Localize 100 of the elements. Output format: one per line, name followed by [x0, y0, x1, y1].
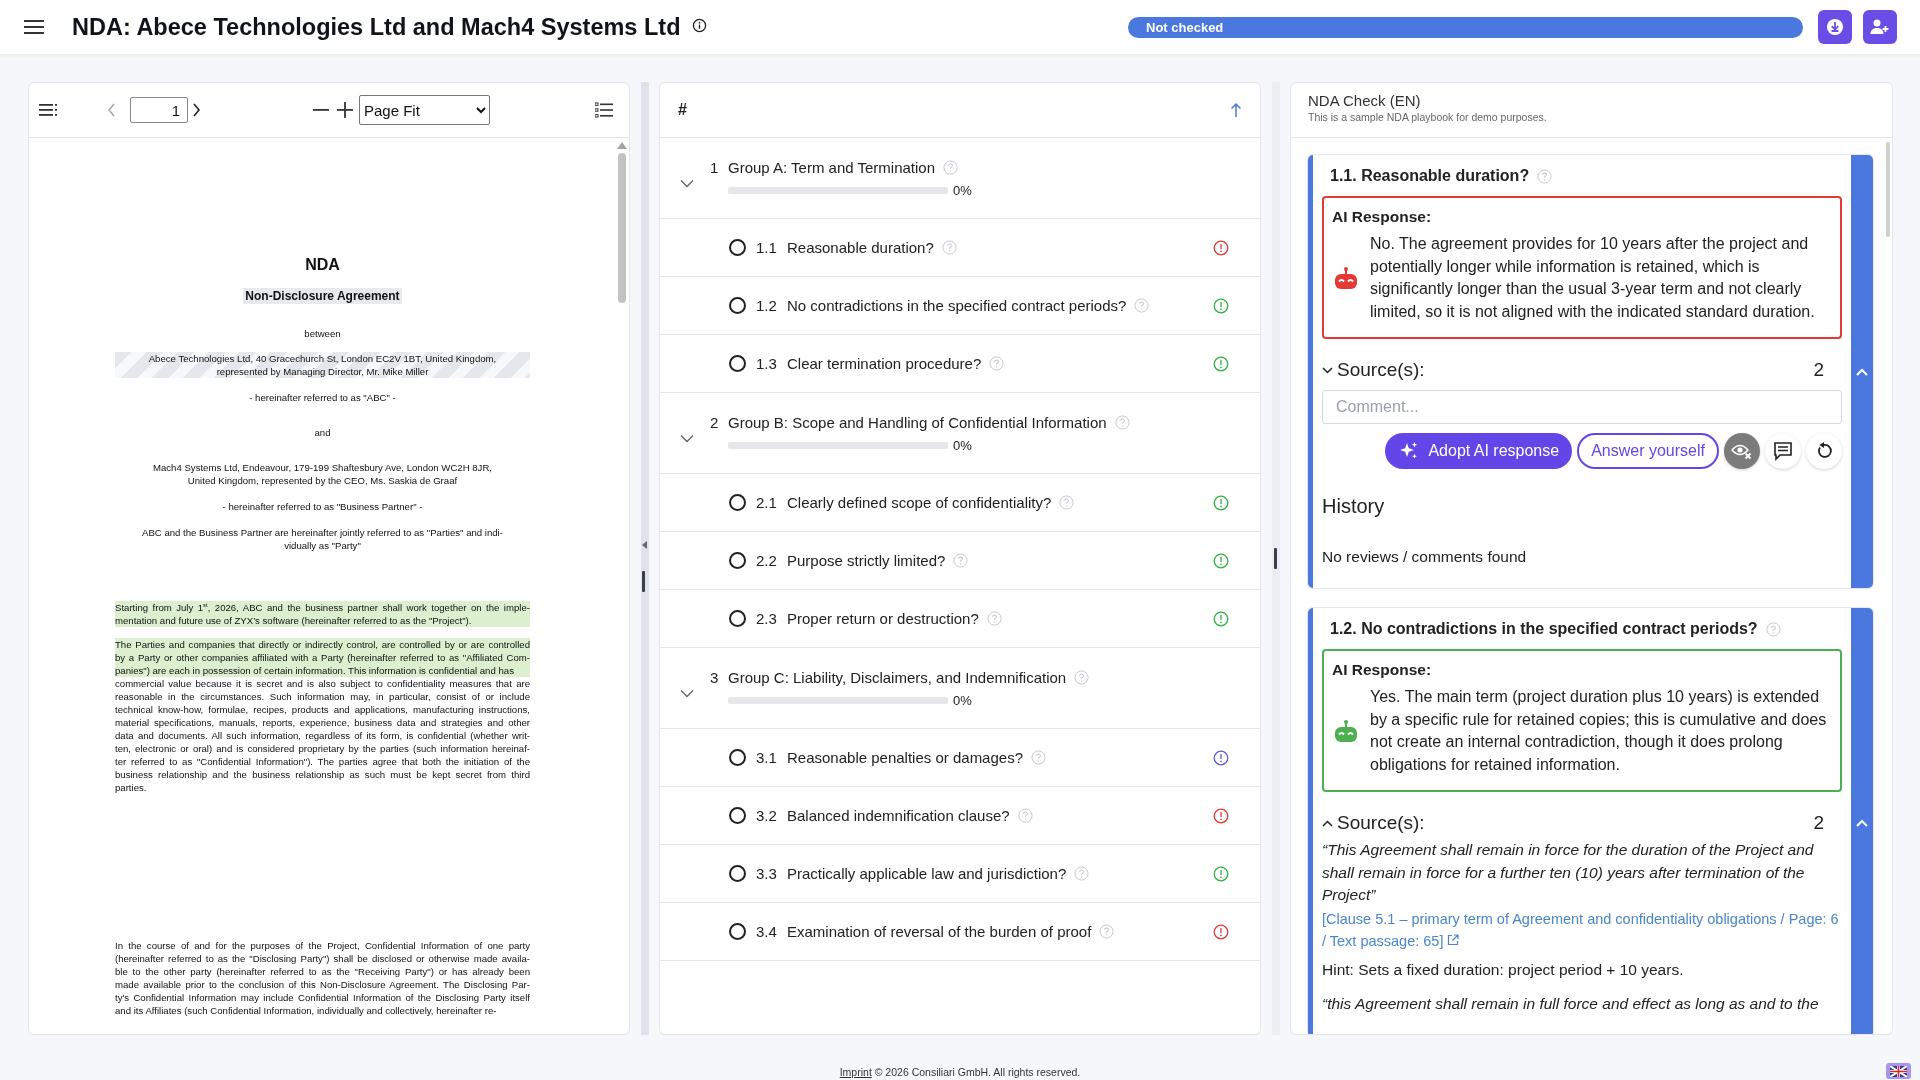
chevron-up-icon	[1856, 367, 1868, 376]
ai-response-text: No. The agreement provides for 10 years after the project and potentially longer while information is retained, which is significantly longer than the usual 3-year term and not clearly limited, so it is not aligned with the indicated standard duration.	[1370, 234, 1816, 322]
progress-percent: 0%	[953, 692, 972, 708]
radio-button[interactable]	[729, 610, 746, 627]
radio-button[interactable]	[729, 552, 746, 569]
item-title[interactable]: Proper return or destruction?	[787, 610, 979, 627]
page-number-field[interactable]: 1	[130, 97, 188, 123]
source-link[interactable]: [Clause 5.1 – primary term of Agreement and confidentiality obligations / Page: 6 / Text passage: 65]	[1322, 907, 1842, 953]
document-paragraph: - hereinafter referred to as "ABC" -	[248, 391, 397, 404]
source-quote: “This Agreement shall remain in force for the duration of the Project and shall remain in force for a further ten (10) years after termination of the Project”	[1322, 840, 1815, 905]
question-title: 1.1. Reasonable duration?	[1330, 167, 1530, 185]
ai-response-text: Yes. The main term (project duration plus 10 years) is extended by a specific rule for retained copies; this is cumulative and does not create an internal contradiction, though it does prolong obligations for retained information.	[1370, 687, 1828, 775]
external-link-icon	[1447, 934, 1460, 946]
grip-icon[interactable]	[641, 571, 645, 592]
item-title[interactable]: Practically applicable law and jurisdiction?	[787, 865, 1067, 882]
scrollbar-thumb[interactable]	[618, 153, 626, 303]
reset-button[interactable]	[1806, 433, 1842, 469]
flag-icon	[1890, 1065, 1907, 1077]
group-title: Group B: Scope and Handling of Confidential Information	[728, 413, 1107, 431]
collapse-arrow-icon[interactable]	[641, 541, 648, 549]
playbook-description: This is a sample NDA playbook for demo purposes.	[1308, 111, 1548, 123]
source-quote: “this Agreement shall remain in full force and effect as long as and to the	[1322, 993, 1820, 1014]
item-number: 3.2	[756, 807, 778, 824]
chevron-right-icon	[192, 103, 201, 117]
sources-count: 2	[1813, 812, 1824, 834]
chevron-icon	[680, 433, 694, 443]
radio-button[interactable]	[729, 865, 746, 882]
radio-button[interactable]	[729, 494, 746, 511]
sort-button[interactable]	[1230, 102, 1242, 118]
document-subheading: Non-Disclosure Agreement	[242, 288, 403, 304]
download-icon	[1826, 18, 1844, 36]
document-paragraph: Starting from July 1$^{st}$, 2026, ABC and the business partner shall work together on the imple- mentation and future use of ZYX’s software (hereinafter referred to as the "Project").	[115, 601, 530, 627]
document-paragraph: Abece Technologies Ltd, 40 Gracechurch St, London EC2V 1BT, United Kingdom, represented by Managing Director, Mr. Mike Miller	[115, 352, 530, 378]
info-icon[interactable]	[691, 17, 707, 33]
scrollbar-thumb[interactable]	[1886, 142, 1890, 237]
document-paragraph: commercial value because it is secret and is also subject to confidentiality measures that are reasonable in the circumstances. Such information may, in particular, consist of or include technical know-how, formulae, recipes, products and applications, manufacturing instructions, material specifications, manuals, reports, experience, business data and strategies and other data and documents. All such information, regardless of its form, is confidential (whether writ- ten, electronic or oral) and is considered proprietary by the parties (such information hereinaf- ter referred to as "Confidential Information"). The parties agree that both the initiation of the business relationship and the business relationship as such must be kept secret from third parties.	[115, 677, 530, 794]
chevron-icon	[1322, 819, 1333, 827]
radio-button[interactable]	[729, 749, 746, 766]
item-number: 2.2	[756, 552, 778, 569]
item-number: 1.1	[756, 239, 778, 256]
collapse-button[interactable]	[680, 688, 694, 698]
document-paragraph: between	[303, 327, 342, 340]
download-button[interactable]	[1818, 10, 1852, 44]
radio-button[interactable]	[729, 297, 746, 314]
ai-response-label: AI Response:	[1332, 208, 1433, 226]
radio-button[interactable]	[729, 923, 746, 940]
document-paragraph: and	[313, 426, 332, 439]
copyright-text: © 2026 Consiliari GmbH. All rights reserved.	[874, 1066, 1081, 1078]
item-title[interactable]: Balanced indemnification clause?	[787, 807, 1010, 824]
comment-icon	[1773, 441, 1793, 461]
item-title[interactable]: Reasonable duration?	[787, 239, 934, 256]
radio-button[interactable]	[729, 355, 746, 372]
hide-button[interactable]	[1724, 433, 1760, 469]
document-paragraph: - hereinafter referred to as "Business Partner" -	[221, 500, 424, 513]
collapse-button[interactable]	[680, 178, 694, 188]
item-title[interactable]: No contradictions in the specified contract periods?	[787, 297, 1127, 314]
add-user-button[interactable]	[1863, 10, 1897, 44]
source-hint: Hint: Sets a fixed duration: project period + 10 years.	[1322, 960, 1685, 979]
item-title[interactable]: Clearly defined scope of confidentiality?	[787, 494, 1052, 511]
progress-percent: 0%	[953, 182, 972, 198]
undo-icon	[1815, 442, 1833, 460]
status-bar: Not checked	[1128, 16, 1803, 38]
item-title[interactable]: Examination of reversal of the burden of proof	[787, 923, 1092, 940]
robot-icon	[1334, 719, 1358, 743]
item-title[interactable]: Clear termination procedure?	[787, 355, 982, 372]
grip-icon[interactable]	[1274, 548, 1277, 569]
chevron-icon	[680, 688, 694, 698]
group-number: 2	[710, 413, 720, 431]
item-number: 3.1	[756, 749, 778, 766]
sidebar-toggle-icon	[39, 103, 59, 117]
arrow-up-icon	[1230, 102, 1242, 118]
sources-toggle[interactable]: Source(s):	[1322, 359, 1425, 381]
document-paragraph: Mach4 Systems Ltd, Endeavour, 179-199 Shaftesbury Ave, London WC2H 8JR, United Kingdom, represented by the CEO, Ms. Saskia de Graaf	[152, 461, 493, 487]
answer-yourself-button[interactable]: Answer yourself	[1577, 433, 1719, 469]
sources-count: 2	[1813, 359, 1824, 381]
sources-toggle[interactable]: Source(s):	[1322, 812, 1425, 834]
zoom-select[interactable]: Page Fit	[359, 95, 490, 125]
adopt-ai-response-button[interactable]: Adopt AI response	[1385, 433, 1573, 469]
menu-icon[interactable]	[24, 19, 46, 35]
radio-button[interactable]	[729, 807, 746, 824]
chevron-icon	[1322, 366, 1333, 374]
add-user-icon	[1870, 18, 1890, 36]
group-number: 1	[710, 158, 720, 176]
radio-button[interactable]	[729, 239, 746, 256]
minus-icon	[313, 109, 329, 111]
question-title: 1.2. No contradictions in the specified contract periods?	[1330, 620, 1758, 638]
document-paragraph: In the course of and for the purposes of the Project, Confidential Information of one party (hereinafter referred to as the "Disclosing Party") shall be disclosed or otherwise made availa- ble to the other party (hereinafter referred to as the "Receiving Party") or has already been made available prior to the conclusion of this Non-Disclosure Agreement. The Disclosing Par- ty's Confidential Information may include Confidential Information of the Disclosing Party itself and its Affiliates (such Confidential Information, individually and collectively, hereinafter re-	[115, 939, 530, 1017]
document-paragraph: ABC and the Business Partner are hereinafter jointly referred to as "Parties" and indi- vidually as "Party"	[141, 526, 504, 552]
document-title: NDA: Abece Technologies Ltd and Mach4 Systems Ltd	[72, 13, 681, 41]
comment-button[interactable]	[1765, 433, 1801, 469]
item-title[interactable]: Reasonable penalties or damages?	[787, 749, 1023, 766]
collapse-button[interactable]	[680, 433, 694, 443]
imprint-link[interactable]: Imprint	[839, 1066, 872, 1078]
plus-icon	[337, 102, 353, 118]
item-title[interactable]: Purpose strictly limited?	[787, 552, 946, 569]
scroll-up-icon[interactable]	[617, 142, 627, 149]
history-heading: History	[1322, 495, 1386, 518]
language-button[interactable]	[1886, 1063, 1911, 1079]
comment-field[interactable]: Comment...	[1322, 390, 1842, 424]
item-number: 1.2	[756, 297, 778, 314]
